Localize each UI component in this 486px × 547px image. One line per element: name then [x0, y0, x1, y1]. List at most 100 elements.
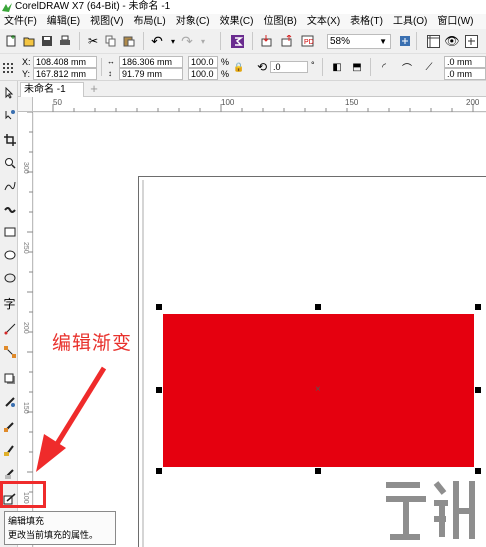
ruler-corner[interactable] — [18, 97, 33, 112]
selection-handle[interactable] — [475, 468, 481, 474]
crop-tool-icon[interactable] — [1, 131, 18, 149]
tooltip-title: 编辑填充 — [8, 516, 45, 526]
selection-handle[interactable] — [475, 387, 481, 393]
tooltip: 编辑填充 更改当前填充的属性。 — [4, 511, 116, 545]
menu-edit[interactable]: 编辑(E) — [42, 14, 85, 29]
ellipse-tool-icon[interactable] — [1, 246, 18, 264]
property-bar: X: 108.408 mm Y: 167.812 mm ↔ 186.306 mm… — [0, 54, 486, 81]
cut-icon[interactable]: ✂ — [84, 32, 102, 50]
mirror-h-icon[interactable]: ◧ — [328, 58, 346, 76]
pick-tool-icon[interactable] — [1, 84, 18, 102]
shape-tool-icon[interactable] — [1, 106, 18, 124]
search-icon[interactable] — [228, 32, 246, 50]
menu-tools[interactable]: 工具(O) — [388, 14, 432, 29]
angle-field[interactable]: .0 — [270, 61, 308, 73]
ruler-label-200: 200 — [466, 98, 480, 107]
corner-scallop-icon[interactable]: ⌒ — [398, 58, 416, 76]
view-icon[interactable]: 👁 — [443, 32, 461, 50]
ruler-label-300: 300 — [22, 162, 29, 174]
selection-handle[interactable] — [315, 468, 321, 474]
zoom-level-select[interactable]: 58% ▼ — [327, 34, 391, 49]
publish-icon[interactable]: PDF — [298, 32, 316, 50]
artistic-media-icon[interactable] — [1, 200, 18, 218]
menu-view[interactable]: 视图(V) — [85, 14, 128, 29]
menu-bar: 文件(F) 编辑(E) 视图(V) 布局(L) 对象(C) 效果(C) 位图(B… — [0, 14, 486, 29]
menu-table[interactable]: 表格(T) — [345, 14, 388, 29]
parallel-dimension-icon[interactable] — [1, 320, 18, 338]
degree-unit: ° — [311, 60, 315, 70]
menu-effects[interactable]: 效果(C) — [215, 14, 259, 29]
scale-x-field[interactable]: 100.0 — [188, 56, 218, 68]
horizontal-ruler[interactable]: 50 100 150 200 — [33, 97, 486, 112]
y-label: Y: — [22, 69, 31, 79]
highlight-box — [0, 481, 46, 508]
selection-handle[interactable] — [156, 304, 162, 310]
selection-handle[interactable] — [475, 304, 481, 310]
document-tab-bar: 未命名 -1 + — [18, 81, 486, 97]
document-tab[interactable]: 未命名 -1 — [20, 82, 84, 97]
watermark-logo-icon — [386, 481, 475, 540]
open-icon[interactable] — [20, 32, 38, 50]
add-tab-button[interactable]: + — [86, 82, 102, 97]
menu-object[interactable]: 对象(C) — [171, 14, 215, 29]
paste-icon[interactable] — [120, 32, 138, 50]
mirror-v-icon[interactable]: ⬒ — [348, 58, 366, 76]
annotation-label: 编辑渐变 — [52, 332, 133, 354]
ruler-label-250: 250 — [22, 242, 29, 254]
scale-y-unit: % — [221, 69, 230, 79]
save-icon[interactable] — [38, 32, 56, 50]
rectangle-tool-icon[interactable] — [1, 223, 18, 241]
polygon-tool-icon[interactable] — [1, 269, 18, 287]
snap-icon[interactable] — [462, 32, 480, 50]
rulers-icon[interactable] — [424, 32, 442, 50]
annotation-arrow — [36, 366, 107, 472]
x-position-field[interactable]: 108.408 mm — [33, 56, 97, 68]
ruler-label-200v: 200 — [22, 322, 29, 334]
center-marker-icon: × — [315, 384, 321, 395]
ruler-label-150: 150 — [345, 98, 359, 107]
height-icon: ↕ — [108, 69, 112, 78]
redo-dropdown-icon[interactable]: ▾ — [194, 32, 212, 50]
scale-y-field[interactable]: 100.0 — [188, 68, 218, 80]
freehand-tool-icon[interactable] — [1, 177, 18, 195]
lock-icon[interactable]: 🔒 — [232, 58, 246, 76]
width-field[interactable]: 186.306 mm — [119, 56, 183, 68]
title-bar: CorelDRAW X7 (64-Bit) - 未命名 -1 — [0, 0, 486, 14]
corel-window: CorelDRAW X7 (64-Bit) - 未命名 -1 文件(F) 编辑(… — [0, 0, 486, 547]
text-tool-icon[interactable]: 字 — [1, 294, 18, 312]
connector-tool-icon[interactable] — [1, 343, 18, 361]
zoom-tool-icon[interactable] — [1, 154, 18, 172]
import-icon[interactable] — [258, 32, 276, 50]
menu-text[interactable]: 文本(X) — [302, 14, 345, 29]
corel-logo-icon — [2, 2, 12, 12]
object-origin-icon[interactable] — [1, 59, 15, 77]
svg-text:PDF: PDF — [304, 39, 314, 46]
selection-handle[interactable] — [156, 387, 162, 393]
scale-x-unit: % — [221, 57, 230, 67]
corner-radius-top-field[interactable]: .0 mm — [444, 56, 486, 68]
menu-layout[interactable]: 布局(L) — [128, 14, 170, 29]
copy-icon[interactable] — [102, 32, 120, 50]
tooltip-description: 更改当前填充的属性。 — [8, 530, 99, 540]
standard-toolbar: ✂ ↶ ▾ ↷ ▾ PDF 58%▼ 👁 — [0, 29, 486, 54]
width-icon: ↔ — [107, 57, 115, 66]
ruler-label-50: 50 — [53, 98, 62, 107]
selection-handle[interactable] — [156, 468, 162, 474]
corner-chamfer-icon[interactable]: ⟋ — [420, 58, 438, 76]
rotate-icon[interactable]: ⟲ — [253, 58, 271, 76]
horizontal-ruler-ticks — [52, 104, 474, 112]
corner-radius-bottom-field[interactable]: .0 mm — [444, 68, 486, 80]
full-screen-icon[interactable] — [396, 32, 414, 50]
corner-round-icon[interactable]: ◜ — [375, 58, 393, 76]
export-icon[interactable] — [278, 32, 296, 50]
menu-bitmaps[interactable]: 位图(B) — [258, 14, 301, 29]
print-icon[interactable] — [56, 32, 74, 50]
x-label: X: — [22, 57, 31, 67]
height-field[interactable]: 91.79 mm — [119, 68, 183, 80]
selection-handle[interactable] — [315, 304, 321, 310]
ruler-label-100: 100 — [221, 98, 235, 107]
menu-file[interactable]: 文件(F) — [0, 14, 42, 29]
new-icon[interactable] — [2, 32, 20, 50]
menu-window[interactable]: 窗口(W) — [432, 14, 478, 29]
y-position-field[interactable]: 167.812 mm — [33, 68, 97, 80]
